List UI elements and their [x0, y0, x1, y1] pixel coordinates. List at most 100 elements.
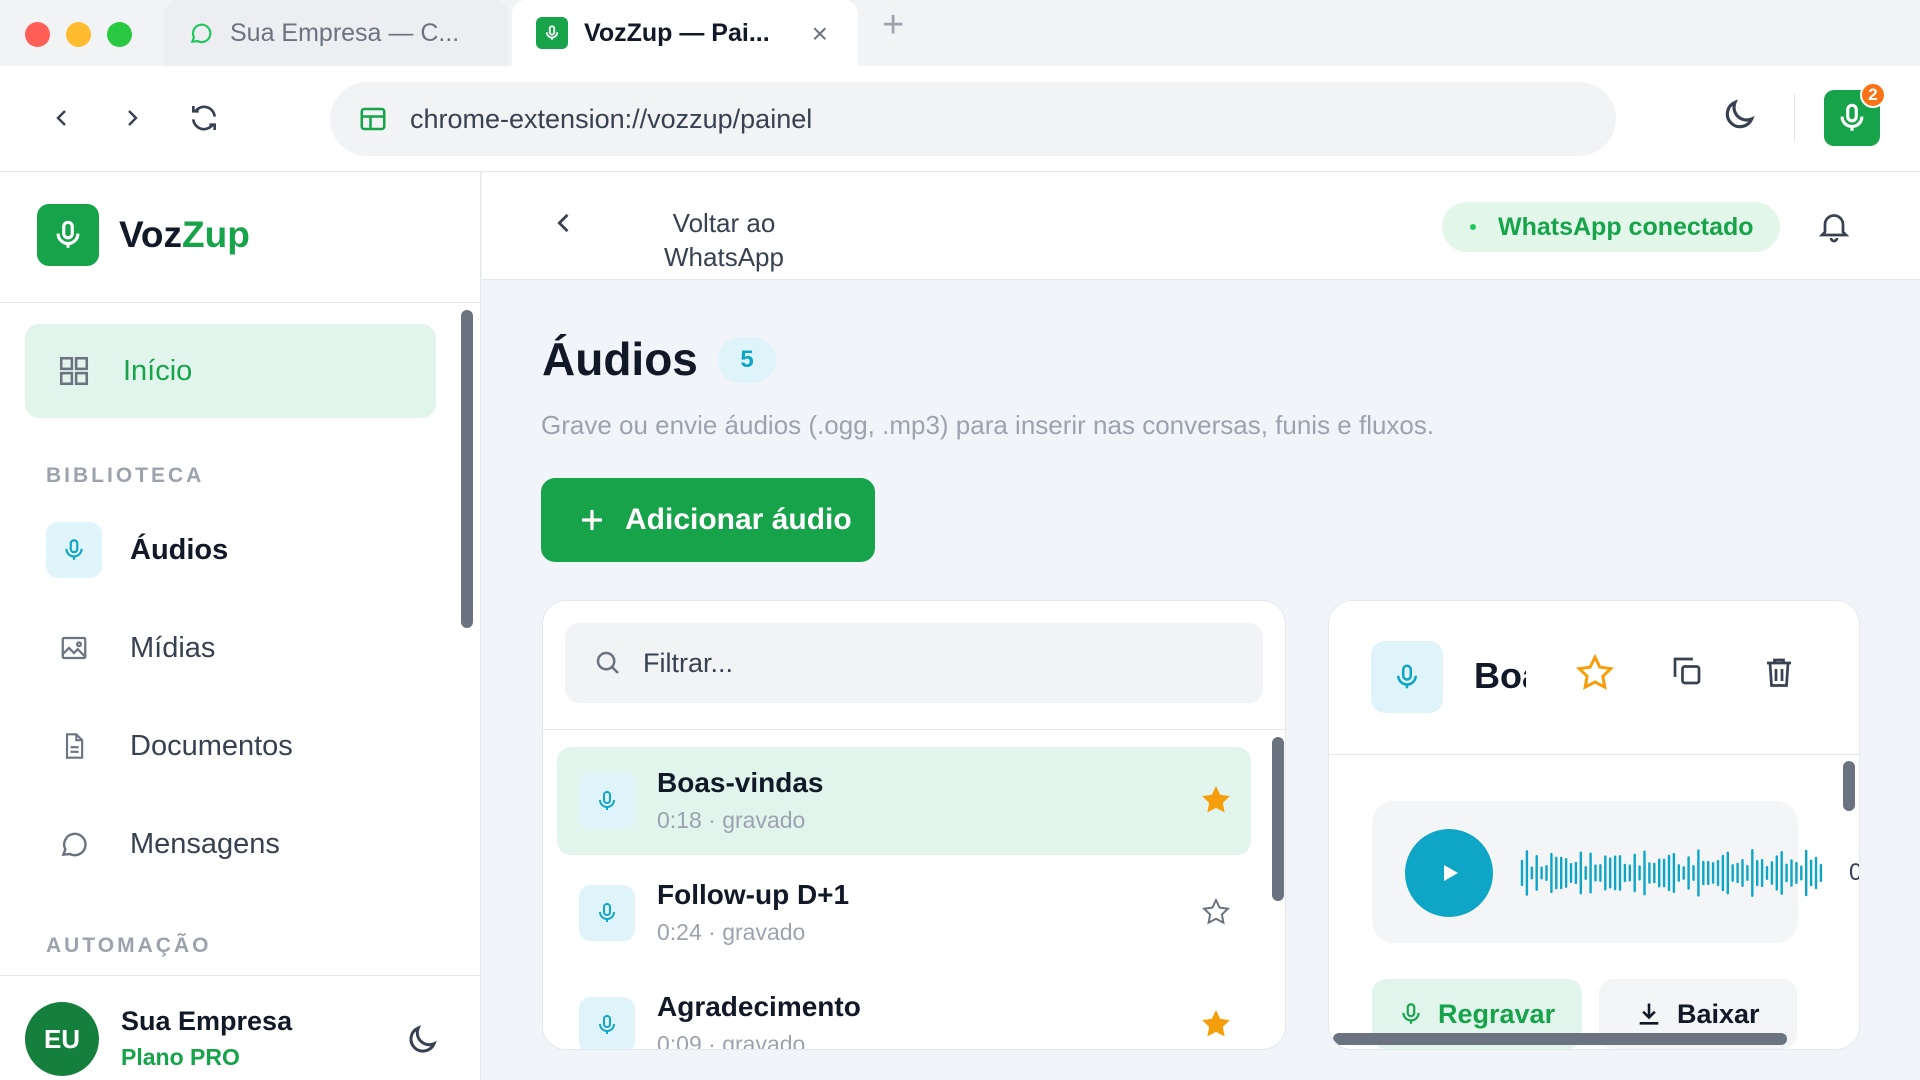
window-minimize-button[interactable]: [66, 22, 91, 47]
copy-icon[interactable]: [1669, 653, 1705, 689]
vozzup-extension-button[interactable]: 2: [1824, 82, 1886, 146]
sidebar-item-label: Áudios: [130, 533, 229, 566]
list-scrollbar[interactable]: [1272, 737, 1284, 901]
close-tab-icon[interactable]: ×: [812, 18, 828, 50]
browser-tabbar: Sua Empresa — C... VozZup — Pai... × +: [0, 0, 1920, 66]
filter-placeholder: Filtrar...: [643, 647, 734, 678]
chat-icon: [190, 23, 212, 44]
mic-icon: [579, 997, 635, 1049]
mic-icon: [579, 885, 635, 941]
back-to-whatsapp-link[interactable]: Voltar ao WhatsApp: [654, 206, 794, 274]
mic-icon: [1840, 103, 1864, 131]
sidebar-item-documentos[interactable]: Documentos: [46, 714, 446, 778]
count-badge: 5: [718, 337, 776, 383]
mic-icon: [1402, 1003, 1420, 1024]
download-label: Baixar: [1677, 998, 1760, 1029]
moon-icon[interactable]: [404, 1022, 440, 1058]
play-button[interactable]: [1405, 829, 1493, 917]
address-text: chrome-extension://vozzup/painel: [410, 103, 813, 134]
trash-icon[interactable]: [1761, 653, 1797, 691]
document-icon: [46, 718, 102, 774]
star-outline-icon[interactable]: [1575, 653, 1615, 693]
audio-name: Agradecimento: [657, 991, 861, 1022]
mic-icon: [579, 773, 635, 829]
audio-name: Follow-up D+1: [657, 879, 850, 910]
list-item[interactable]: Agradecimento 0:09 · gravado: [557, 971, 1251, 1050]
rerecord-label: Regravar: [1438, 998, 1556, 1029]
browser-tab-vozzup[interactable]: VozZup — Pai... ×: [512, 0, 858, 66]
avatar[interactable]: EU: [25, 1002, 99, 1076]
main-header: Voltar ao WhatsApp WhatsApp conectado: [482, 172, 1920, 280]
add-audio-button[interactable]: Adicionar áudio: [541, 478, 875, 562]
audio-list-panel: Filtrar... Boas-vindas 0:18 · gravado Fo…: [542, 600, 1286, 1050]
sidebar-item-label: Documentos: [130, 729, 293, 762]
audio-time: 0: [1849, 859, 1859, 887]
browser-tab-sua-empresa[interactable]: Sua Empresa — C...: [164, 0, 508, 66]
sidebar-item-label: Mídias: [130, 631, 216, 664]
star-outline-icon[interactable]: [1201, 897, 1231, 927]
sidebar-scrollbar[interactable]: [461, 310, 473, 628]
star-filled-icon[interactable]: [1201, 785, 1231, 815]
chevron-left-icon[interactable]: [550, 208, 578, 238]
audio-name: Boas-vindas: [657, 767, 824, 798]
browser-toolbar: chrome-extension://vozzup/painel 2: [0, 66, 1920, 172]
brand[interactable]: VozZup: [37, 204, 250, 266]
audio-meta: 0:09 · gravado: [657, 1031, 806, 1050]
sidebar: VozZup Início BIBLIOTECA Áudios Mídias D…: [0, 172, 481, 1080]
sidebar-item-label: Mensagens: [130, 827, 280, 860]
image-icon: [46, 620, 102, 676]
notification-badge: 2: [1860, 82, 1886, 108]
divider: [1329, 754, 1859, 755]
divider: [0, 302, 480, 303]
sidebar-item-midias[interactable]: Mídias: [46, 616, 446, 680]
mic-icon: [1371, 641, 1443, 713]
bell-icon[interactable]: [1816, 206, 1852, 246]
tab-title: VozZup — Pai...: [584, 18, 770, 47]
status-dot: [1470, 224, 1476, 230]
reload-icon[interactable]: [182, 96, 226, 140]
sidebar-item-home[interactable]: Início: [25, 324, 436, 418]
moon-icon[interactable]: [1720, 96, 1758, 134]
toolbar-divider: [1794, 94, 1795, 142]
mic-logo-icon: [37, 204, 99, 266]
search-icon: [596, 651, 619, 674]
user-panel: EU Sua Empresa Plano PRO: [0, 975, 480, 1080]
horizontal-scrollbar[interactable]: [1333, 1033, 1787, 1045]
window-close-button[interactable]: [25, 22, 50, 47]
play-icon: [1444, 865, 1458, 881]
waveform[interactable]: [1519, 843, 1825, 903]
brand-suffix: Zup: [182, 214, 250, 255]
back-arrow-icon[interactable]: [40, 96, 84, 140]
status-badge: WhatsApp conectado: [1442, 202, 1780, 252]
page-description: Grave ou envie áudios (.ogg, .mp3) para …: [541, 410, 1435, 440]
address-bar[interactable]: chrome-extension://vozzup/painel: [330, 82, 1616, 156]
list-item[interactable]: Boas-vindas 0:18 · gravado: [557, 747, 1251, 855]
plus-icon: [582, 510, 602, 530]
sidebar-item-audios[interactable]: Áudios: [46, 518, 446, 582]
mic-icon: [46, 522, 102, 578]
audio-detail-panel: Boas-vindas 0 Regravar Baixar: [1328, 600, 1860, 1050]
brand-name: VozZup: [119, 214, 250, 256]
site-settings-icon[interactable]: [358, 104, 388, 134]
status-text: WhatsApp conectado: [1498, 212, 1754, 241]
audio-meta: 0:18 · gravado: [657, 807, 806, 833]
detail-scrollbar[interactable]: [1843, 761, 1855, 811]
window-maximize-button[interactable]: [107, 22, 132, 47]
mic-icon: [536, 17, 568, 49]
detail-title: Boas-vindas: [1474, 655, 1526, 696]
forward-arrow-icon[interactable]: [110, 96, 154, 140]
star-filled-icon[interactable]: [1201, 1009, 1231, 1039]
brand-prefix: Voz: [119, 214, 183, 255]
user-plan: Plano PRO: [121, 1044, 240, 1070]
new-tab-button[interactable]: +: [882, 4, 904, 47]
grid-icon: [59, 356, 89, 386]
user-name: Sua Empresa: [121, 1006, 293, 1036]
filter-input[interactable]: Filtrar...: [565, 623, 1263, 703]
sidebar-item-label: Início: [123, 354, 193, 387]
download-icon: [1639, 1003, 1659, 1025]
sidebar-item-mensagens[interactable]: Mensagens: [46, 812, 446, 876]
chat-icon: [46, 816, 102, 872]
audio-meta: 0:24 · gravado: [657, 919, 806, 945]
list-item[interactable]: Follow-up D+1 0:24 · gravado: [557, 859, 1251, 967]
section-label-automation: AUTOMAÇÃO: [46, 934, 212, 957]
